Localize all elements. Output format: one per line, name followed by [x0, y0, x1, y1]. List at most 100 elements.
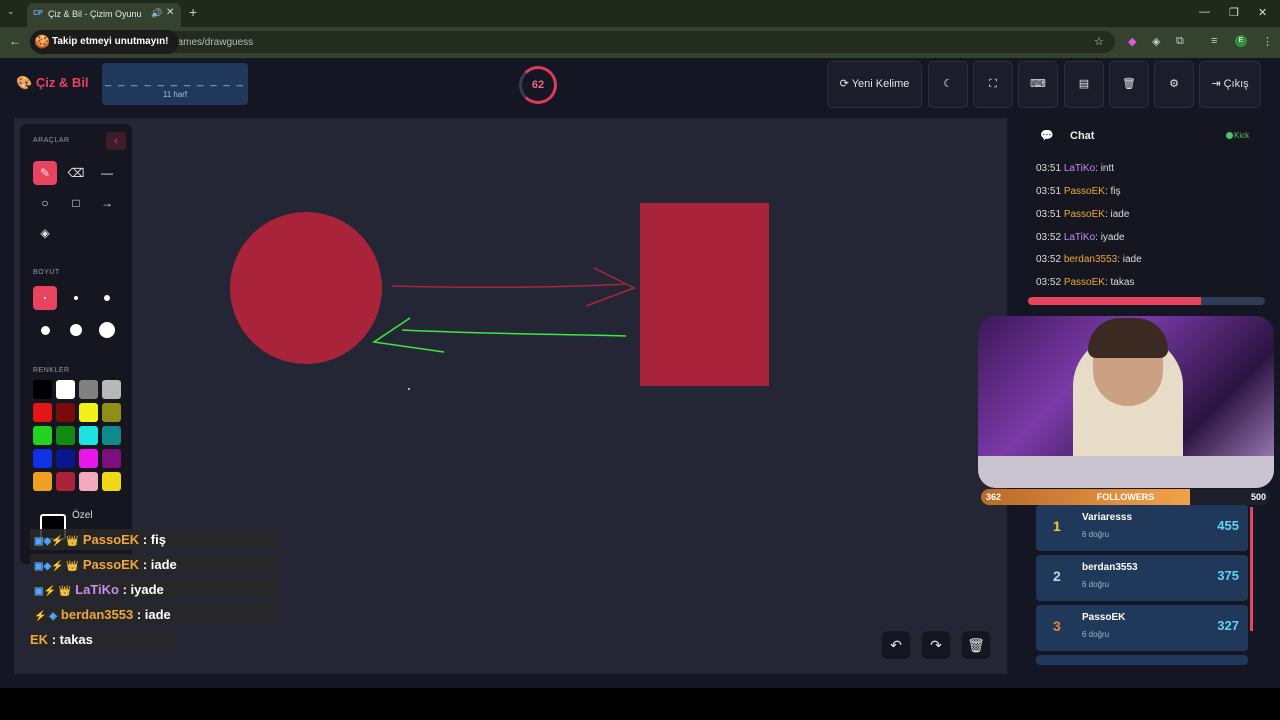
leaderboard-correct: 6 doğru	[1082, 530, 1110, 539]
color-swatch[interactable]	[79, 449, 98, 468]
color-swatch[interactable]	[33, 426, 52, 445]
word-length: 11 harf	[162, 90, 188, 99]
leaderboard-rank: 3	[1053, 618, 1061, 634]
color-swatch[interactable]	[102, 449, 121, 468]
chat-panel: 💬 Chat Kick 03:51 LaTiKo: intt 03:51 Pas…	[1028, 122, 1265, 308]
undo-button[interactable]: ↶	[882, 631, 910, 659]
leaderboard-score: 327	[1217, 618, 1239, 633]
browser-tab[interactable]: CP Çiz & Bil - Çizim Oyunu 🔊 ✕	[27, 3, 181, 27]
logout-icon: ⇥	[1211, 78, 1221, 90]
bookmark-star-icon[interactable]: ☆	[1094, 35, 1104, 48]
streamer-hair	[1088, 318, 1168, 358]
size-option-4[interactable]	[33, 318, 57, 342]
chat-text: : iade	[1104, 209, 1130, 220]
color-swatch[interactable]	[79, 403, 98, 422]
followers-goal: 500	[1250, 492, 1266, 502]
arrow-right-icon: →	[101, 196, 113, 210]
color-swatch[interactable]	[33, 380, 52, 399]
overlay-user: EK	[30, 632, 49, 647]
moon-icon: ☾	[943, 78, 953, 90]
line-tool[interactable]: —	[95, 161, 119, 185]
new-tab-plus-icon[interactable]: +	[189, 4, 197, 20]
color-swatch[interactable]	[33, 403, 52, 422]
browser-menu-icon[interactable]: ⋮	[1262, 35, 1273, 48]
color-swatch[interactable]	[56, 403, 75, 422]
fill-tool[interactable]: ◈	[33, 221, 57, 245]
overlay-chat-line: EK : takas	[30, 629, 178, 650]
redo-button[interactable]: ↷	[922, 631, 950, 659]
color-swatch[interactable]	[79, 472, 98, 491]
drawn-red-arrow	[391, 267, 636, 307]
badge-icons: ⚡ ◈	[34, 611, 57, 622]
eraser-icon: ⌫	[67, 166, 85, 180]
minimize-icon[interactable]: —	[1199, 6, 1210, 18]
eraser-tool[interactable]: ⌫	[64, 161, 88, 185]
refresh-icon: ⟳	[839, 78, 849, 90]
brush-tool[interactable]: ✎	[33, 161, 57, 185]
keyboard-button[interactable]: ⌨	[1018, 61, 1058, 108]
size-option-3[interactable]	[95, 286, 119, 310]
size-option-1[interactable]	[33, 286, 57, 310]
address-bar-row: ← games/drawguess ☆	[0, 27, 1280, 58]
status-dot	[1226, 132, 1233, 139]
color-swatch[interactable]	[33, 472, 52, 491]
color-swatch[interactable]	[102, 380, 121, 399]
profile-avatar[interactable]: E	[1235, 35, 1247, 47]
palette-icon: 🎨	[16, 75, 33, 90]
overlay-chat-line: ▣⚡ 👑 LaTiKo : iyade	[30, 579, 280, 600]
badge-icons: ▣◈⚡ 👑	[34, 561, 79, 572]
app-logo[interactable]: 🎨 Çiz & Bil	[16, 75, 89, 91]
delete-button[interactable]: 🗑	[1109, 61, 1149, 108]
settings-button[interactable]: ⚙	[1154, 61, 1194, 108]
fullscreen-button[interactable]: ⛶	[973, 61, 1013, 108]
restore-icon[interactable]: ❐	[1229, 6, 1239, 19]
exit-button[interactable]: ⇥ Çıkış	[1199, 61, 1261, 108]
chat-message: 03:52 LaTiKo: iyade	[1036, 232, 1125, 243]
color-swatch[interactable]	[79, 380, 98, 399]
followers-goal-bar: 362 FOLLOWERS 500	[981, 489, 1270, 505]
color-swatch[interactable]	[56, 380, 75, 399]
color-swatch[interactable]	[33, 449, 52, 468]
new-word-button[interactable]: ⟳ Yeni Kelime	[827, 61, 922, 108]
leaderboard-name: PassoEK	[1082, 612, 1126, 623]
overlay-text: : iyade	[122, 582, 164, 597]
leaderboard: 1 Variaresss 6 doğru 455 2 berdan3553 6 …	[1028, 505, 1256, 665]
extension-diamond-icon[interactable]: ◈	[1152, 35, 1160, 48]
rectangle-tool[interactable]: □	[64, 191, 88, 215]
size-section-label: BOYUT	[33, 269, 60, 276]
archive-button[interactable]: ▤	[1064, 61, 1104, 108]
color-swatch[interactable]	[56, 449, 75, 468]
back-arrow-icon[interactable]: ←	[9, 34, 21, 48]
extension-icon[interactable]: ◆	[1128, 35, 1136, 48]
gear-icon: ⚙	[1169, 78, 1179, 90]
tab-list-chevron-icon[interactable]: ⌄	[7, 6, 15, 17]
color-swatch[interactable]	[102, 403, 121, 422]
collapse-panel-button[interactable]: ‹	[106, 132, 126, 150]
theme-toggle-button[interactable]: ☾	[928, 61, 968, 108]
speaker-icon[interactable]: 🔊	[151, 8, 162, 19]
size-option-5[interactable]	[64, 318, 88, 342]
tab-close-icon[interactable]: ✕	[166, 7, 174, 18]
size-option-2[interactable]	[64, 286, 88, 310]
color-swatch[interactable]	[102, 472, 121, 491]
color-swatch[interactable]	[79, 426, 98, 445]
media-control-icon[interactable]: ≡	[1211, 35, 1217, 47]
window-close-icon[interactable]: ✕	[1258, 6, 1267, 19]
circle-icon: ○	[41, 196, 49, 210]
extensions-puzzle-icon[interactable]: ⧉	[1176, 35, 1184, 48]
circle-tool[interactable]: ○	[33, 191, 57, 215]
clear-canvas-button[interactable]: 🗑	[962, 631, 990, 659]
overlay-user: LaTiKo	[75, 582, 119, 597]
color-swatch[interactable]	[102, 426, 121, 445]
leaderboard-rank: 1	[1053, 518, 1061, 534]
badge-icons: ▣⚡ 👑	[34, 586, 72, 597]
webcam-overlay	[978, 316, 1274, 488]
followers-label: FOLLOWERS	[1096, 492, 1155, 502]
color-swatch[interactable]	[56, 472, 75, 491]
color-swatch[interactable]	[56, 426, 75, 445]
size-option-6[interactable]	[95, 318, 119, 342]
leaderboard-score: 455	[1217, 518, 1239, 533]
url-input[interactable]: games/drawguess ☆	[30, 31, 1115, 53]
arrow-tool[interactable]: →	[95, 191, 119, 215]
leaderboard-scrollbar[interactable]	[1250, 507, 1253, 631]
